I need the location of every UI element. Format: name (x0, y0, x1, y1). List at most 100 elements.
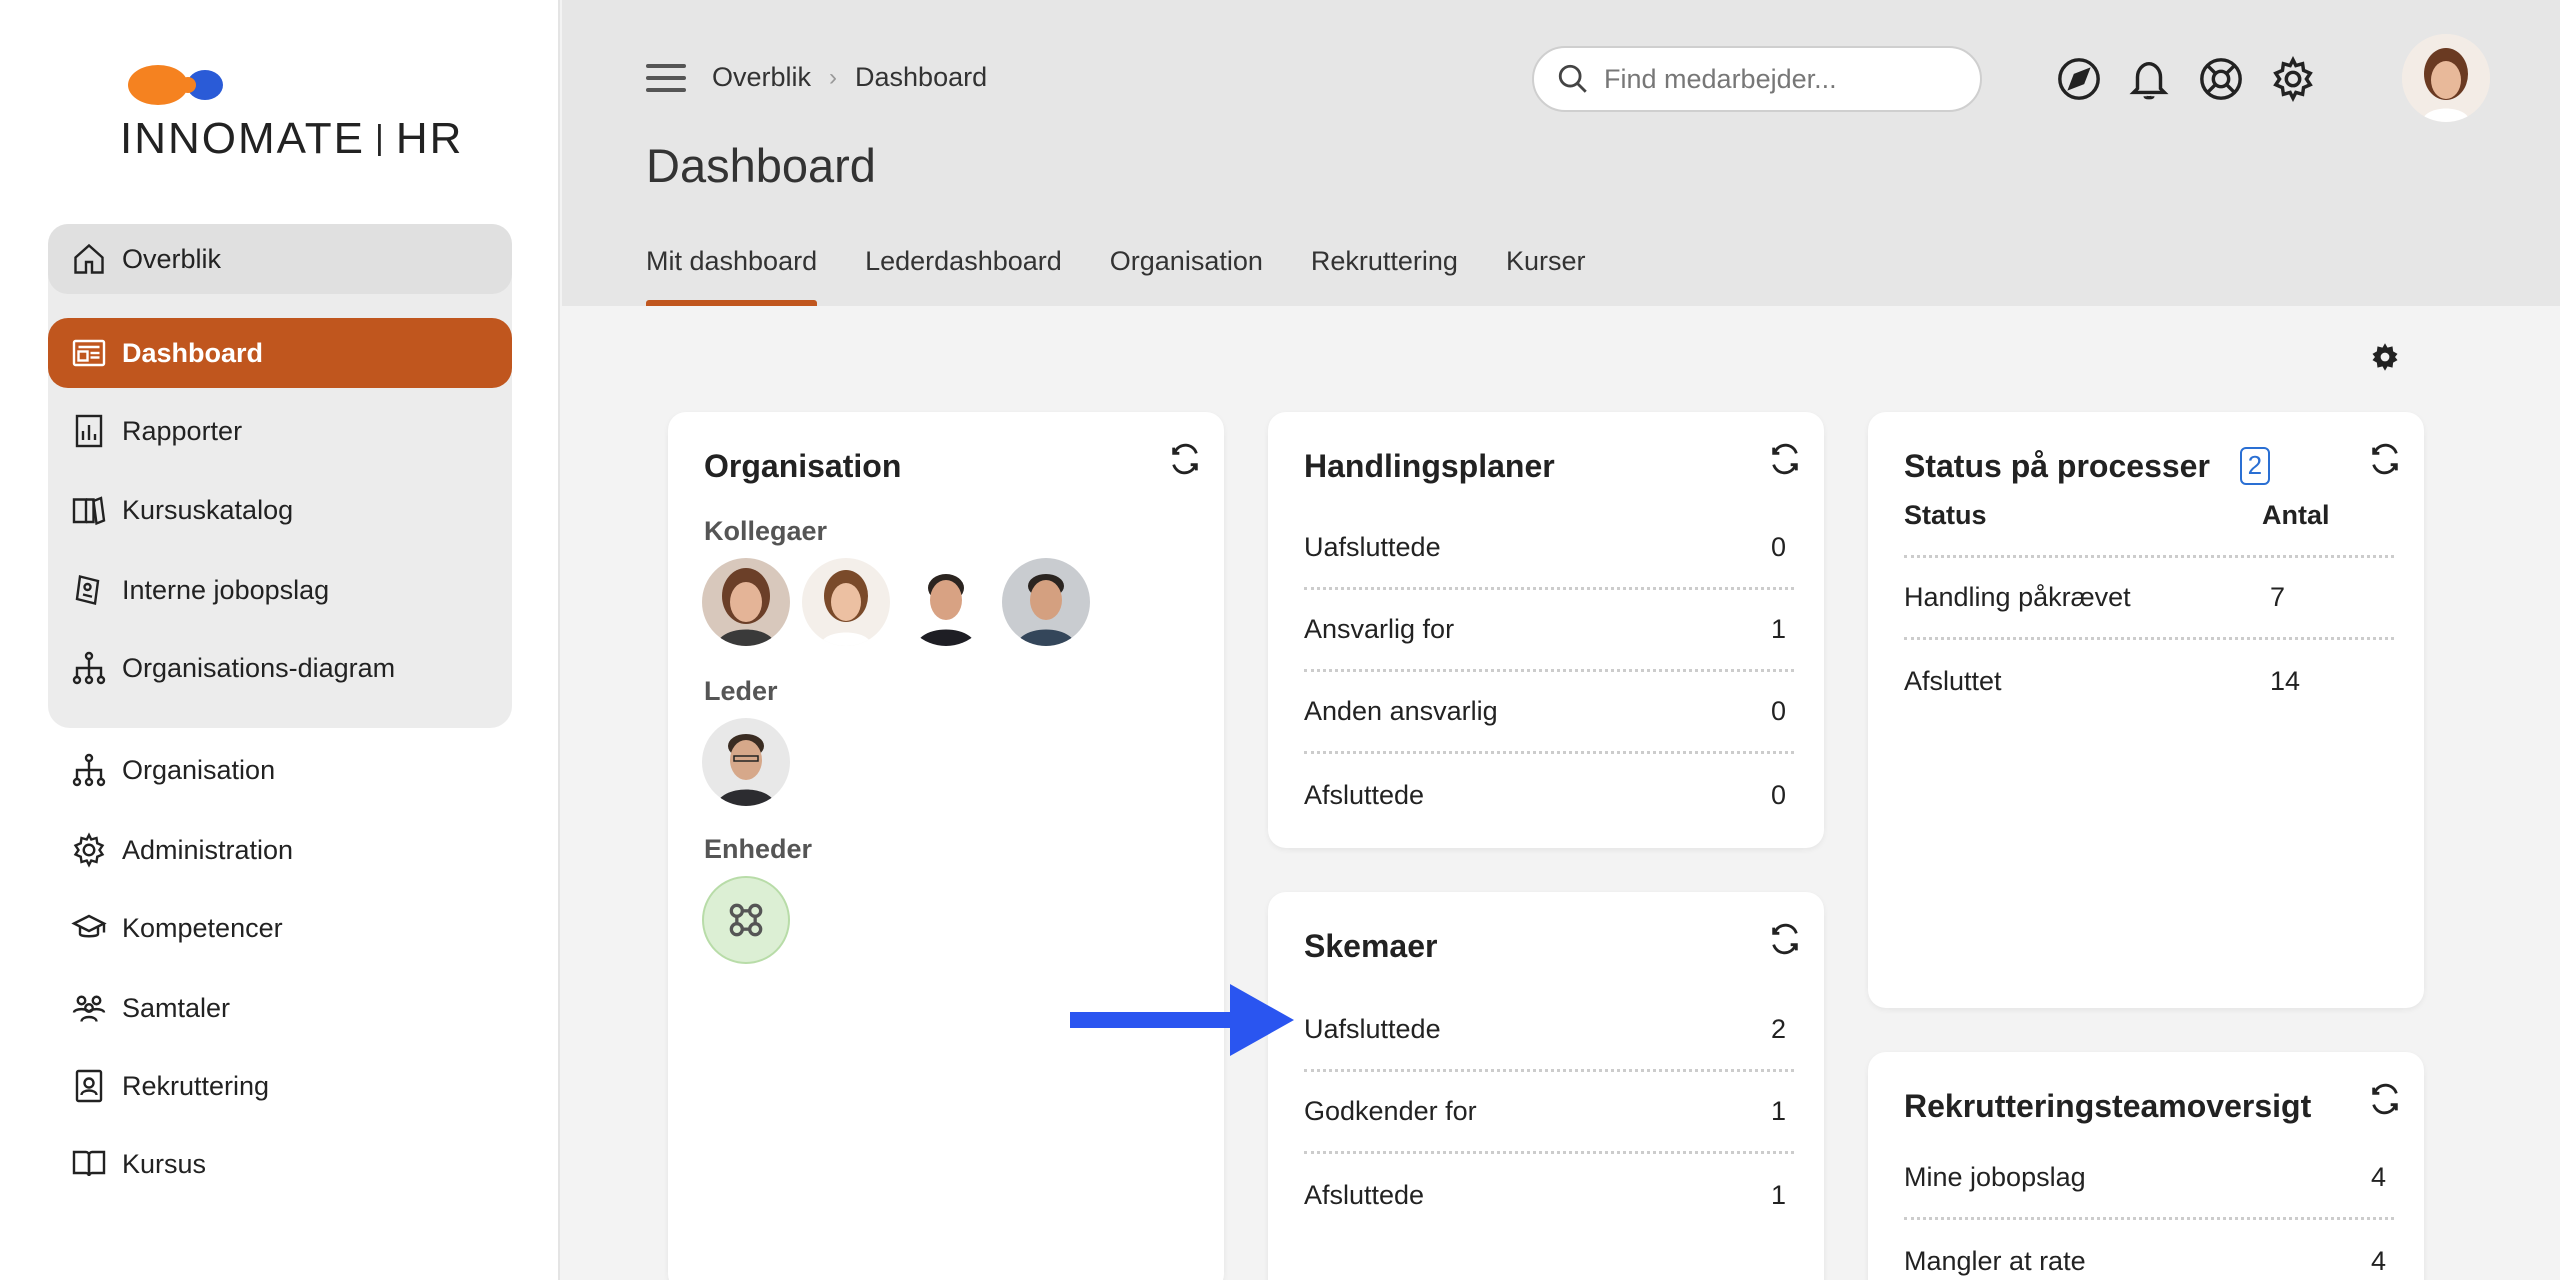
colleagues-label: Kollegaer (704, 516, 828, 546)
table-row[interactable]: Handling påkrævet 7 (1904, 558, 2394, 640)
leader-avatar[interactable] (702, 718, 790, 806)
dashboard-icon (70, 334, 108, 372)
user-avatar[interactable] (2402, 34, 2490, 122)
sidebar-item-organisations-diagram[interactable]: Organisations-diagram (48, 633, 512, 703)
row-label: Anden ansvarlig (1304, 696, 1498, 726)
list-item[interactable]: Godkender for 1 (1304, 1072, 1794, 1154)
sidebar-item-label: Kursus (122, 1148, 207, 1179)
list-item[interactable]: Uafsluttede 0 (1304, 508, 1794, 590)
row-label: Afsluttet (1904, 665, 2002, 696)
tab-kurser[interactable]: Kurser (1506, 246, 1586, 306)
colleague-avatar[interactable] (902, 558, 990, 646)
refresh-icon[interactable] (2368, 442, 2402, 476)
row-label: Uafsluttede (1304, 532, 1441, 562)
row-value: 0 (1770, 779, 1786, 810)
column-header-status: Status (1904, 500, 1987, 530)
sidebar-item-label: Kompetencer (122, 912, 283, 943)
catalog-icon (70, 491, 108, 529)
sidebar-item-label: Administration (122, 834, 294, 865)
search-input[interactable] (1604, 63, 1944, 95)
row-value: 4 (2370, 1245, 2386, 1276)
sidebar-item-overblik[interactable]: Overblik (48, 224, 512, 294)
list-item[interactable]: Afsluttede 0 (1304, 754, 1794, 836)
list-item[interactable]: Mangler at rate 4 (1904, 1220, 2394, 1280)
dashboard-settings-icon[interactable] (2370, 342, 2400, 372)
sidebar-item-rekruttering[interactable]: Rekruttering (48, 1051, 512, 1121)
gear-icon (70, 831, 108, 869)
card-organisation: Organisation Kollegaer Leder Enheder (668, 412, 1224, 1280)
search-icon (1558, 64, 1587, 93)
tab-bar: Mit dashboard Lederdashboard Organisatio… (646, 246, 1633, 306)
sidebar: INNOMATE | HR Overblik Dashboard Rapporter… (0, 0, 560, 1280)
card-title: Handlingsplaner (1304, 448, 1555, 484)
sidebar-item-label: Rekruttering (122, 1070, 270, 1101)
row-label: Mangler at rate (1904, 1245, 2086, 1276)
sidebar-item-label: Samtaler (122, 992, 231, 1023)
logo[interactable]: INNOMATE | HR (120, 60, 461, 170)
row-label: Afsluttede (1304, 779, 1425, 810)
unit-icon[interactable] (702, 876, 790, 964)
sidebar-item-kursus[interactable]: Kursus (48, 1129, 512, 1199)
gear-icon[interactable] (2270, 55, 2316, 103)
row-label: Godkender for (1304, 1096, 1477, 1126)
report-icon (70, 412, 108, 450)
card-handlingsplaner: Handlingsplaner Uafsluttede 0 Ansvarlig f… (1268, 412, 1824, 848)
refresh-icon[interactable] (1768, 442, 1802, 476)
navigate-icon[interactable] (2056, 56, 2102, 102)
sidebar-item-label: Rapporter (122, 415, 243, 446)
refresh-icon[interactable] (2368, 1082, 2402, 1116)
colleague-avatar[interactable] (702, 558, 790, 646)
card-title: Rekrutteringsteamoversigt (1904, 1088, 2312, 1124)
menu-toggle-icon[interactable] (646, 64, 686, 96)
search-box[interactable] (1532, 46, 1982, 112)
org-chart-icon (70, 751, 108, 789)
row-label: Ansvarlig for (1304, 614, 1455, 644)
row-value: 0 (1770, 532, 1786, 562)
refresh-icon[interactable] (1768, 922, 1802, 956)
help-icon[interactable] (2198, 56, 2244, 102)
job-posting-icon (70, 571, 108, 609)
breadcrumb-item-overblik[interactable]: Overblik (712, 62, 811, 93)
sidebar-item-rapporter[interactable]: Rapporter (48, 396, 512, 466)
sidebar-item-label: Organisation (122, 754, 276, 785)
row-value: 2 (1770, 1014, 1786, 1044)
sidebar-item-kompetencer[interactable]: Kompetencer (48, 893, 512, 963)
list-item[interactable]: Anden ansvarlig 0 (1304, 672, 1794, 754)
list-item[interactable]: Uafsluttede 2 (1304, 990, 1794, 1072)
colleague-avatar[interactable] (1002, 558, 1090, 646)
breadcrumb: Overblik › Dashboard (712, 62, 987, 93)
card-title: Skemaer (1304, 928, 1438, 964)
list-item[interactable]: Mine jobopslag 4 (1904, 1138, 2394, 1220)
logo-text: INNOMATE | HR (120, 114, 464, 163)
list-item[interactable]: Afsluttede 1 (1304, 1154, 1794, 1236)
logo-mark-icon (128, 65, 223, 105)
tab-rekruttering[interactable]: Rekruttering (1311, 246, 1458, 306)
sidebar-item-kursuskatalog[interactable]: Kursuskatalog (48, 475, 512, 545)
colleague-avatar[interactable] (802, 558, 890, 646)
sidebar-item-dashboard[interactable]: Dashboard (48, 318, 512, 388)
tab-lederdashboard[interactable]: Lederdashboard (865, 246, 1062, 306)
chevron-right-icon: › (829, 63, 838, 91)
row-label: Mine jobopslag (1904, 1162, 2086, 1192)
row-value: 7 (2270, 582, 2286, 612)
org-chart-icon (70, 649, 108, 687)
header: Overblik › Dashboard Dashboard Mit dashb… (562, 0, 2560, 306)
refresh-icon[interactable] (1168, 442, 1202, 476)
sidebar-item-administration[interactable]: Administration (48, 815, 512, 885)
sidebar-item-samtaler[interactable]: Samtaler (48, 973, 512, 1043)
graduation-cap-icon (70, 909, 108, 947)
row-label: Uafsluttede (1304, 1014, 1441, 1044)
tab-organisation[interactable]: Organisation (1110, 246, 1263, 306)
logo-text-part3: HR (395, 114, 464, 163)
sidebar-item-interne-jobopslag[interactable]: Interne jobopslag (48, 555, 512, 625)
home-icon (70, 240, 108, 278)
list-item[interactable]: Ansvarlig for 1 (1304, 590, 1794, 672)
tab-mit-dashboard[interactable]: Mit dashboard (646, 246, 818, 306)
sidebar-item-label: Dashboard (122, 337, 264, 368)
row-label: Afsluttede (1304, 1179, 1425, 1210)
sidebar-item-organisation[interactable]: Organisation (48, 735, 512, 805)
logo-text-part2: MATE (238, 114, 365, 163)
table-row[interactable]: Afsluttet 14 (1904, 640, 2394, 722)
bell-icon[interactable] (2126, 56, 2172, 102)
row-value: 14 (2270, 665, 2301, 696)
